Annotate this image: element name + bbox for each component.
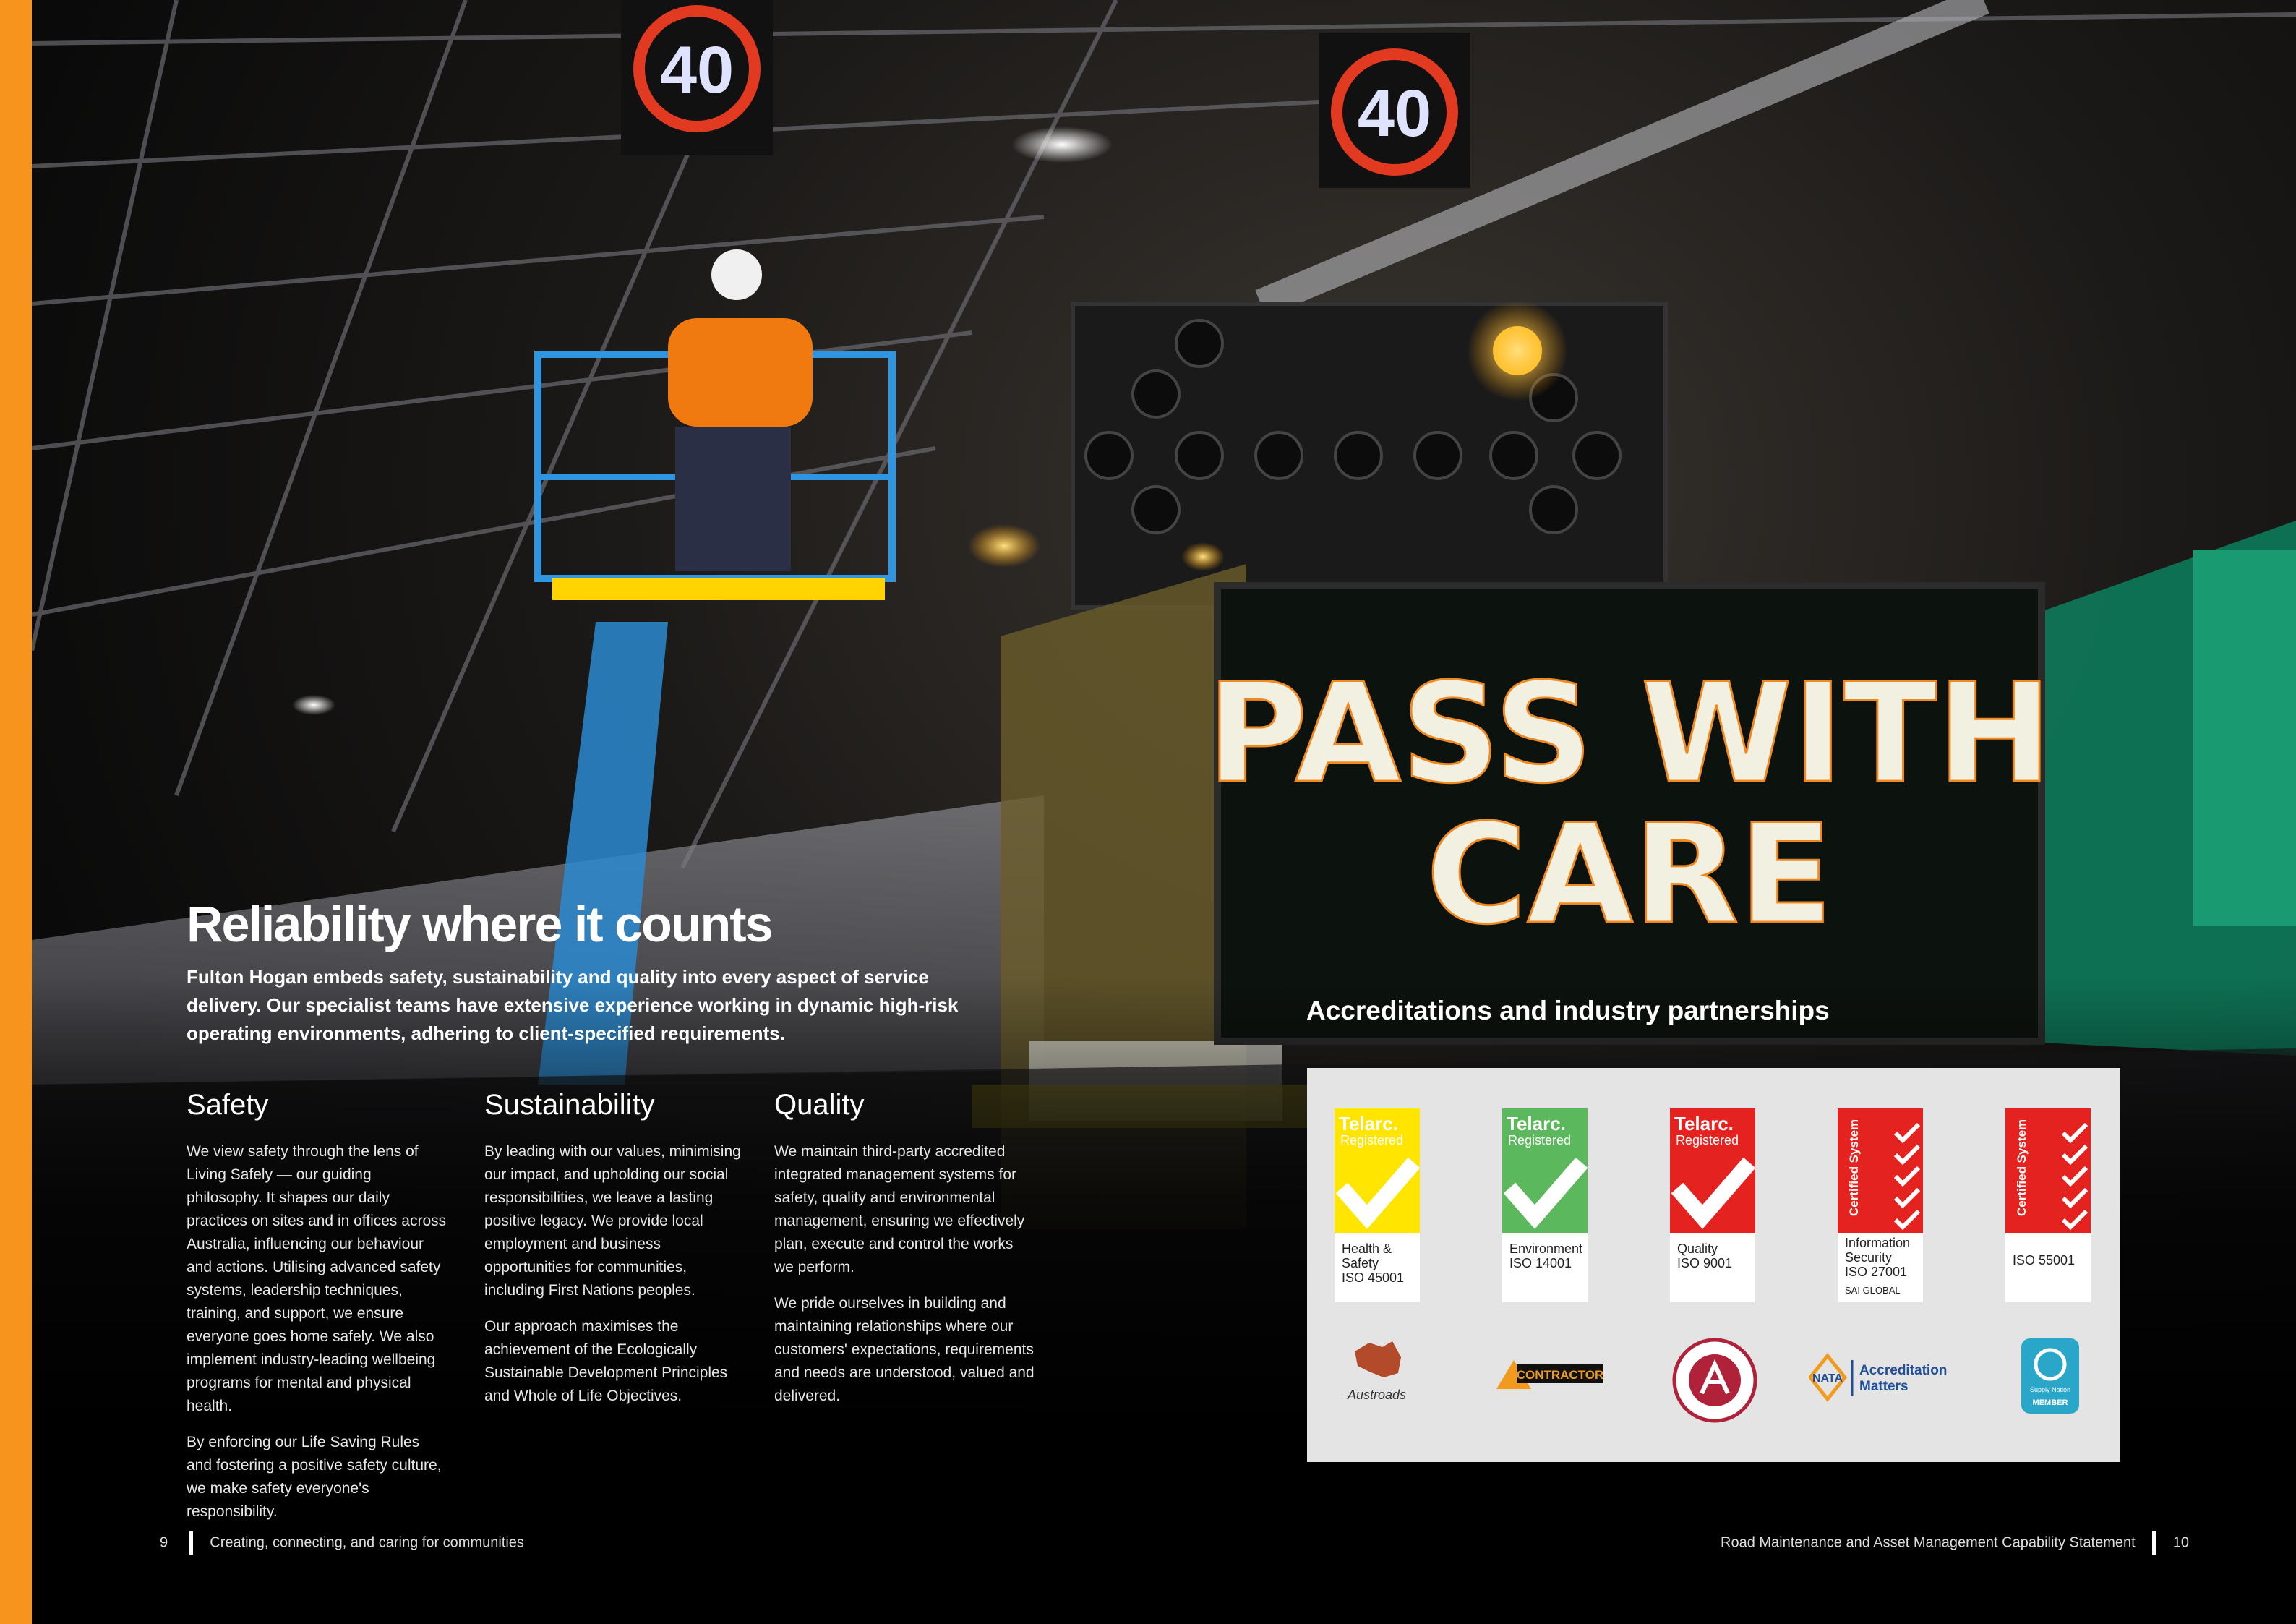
supply-nation-label: MEMBER — [2033, 1398, 2068, 1407]
footer-left-text: Creating, connecting, and caring for com… — [210, 1534, 524, 1551]
speed-sign-1-label: 40 — [660, 33, 734, 107]
page-number-right: 10 — [2172, 1534, 2190, 1551]
supply-nation-icon: Supply Nation MEMBER — [2021, 1338, 2079, 1414]
badge-sub: Registered — [1340, 1133, 1404, 1148]
austroads-logo: Austroads — [1348, 1337, 1427, 1416]
badge-caption: Health & Safety ISO 45001 — [1342, 1241, 1405, 1285]
safety-paragraph: We view safety through the lens of Livin… — [187, 1143, 447, 1414]
certified-iso27001-badge: Certified System Information Security IS… — [1838, 1108, 1923, 1302]
check-stack-icon — [2061, 1123, 2089, 1231]
footer-divider — [2152, 1531, 2156, 1555]
quality-column: Quality We maintain third-party accredit… — [774, 1089, 1035, 1421]
badge-sub: Registered — [1676, 1133, 1739, 1148]
contractor-label: CONTRACTOR — [1517, 1368, 1604, 1382]
approved-seal-icon — [1672, 1338, 1757, 1423]
sustainability-paragraph: By leading with our values, minimising o… — [484, 1143, 741, 1299]
quality-paragraph: We pride ourselves in building and maint… — [774, 1295, 1035, 1404]
check-icon — [1335, 1157, 1420, 1229]
badge-brand: Telarc. — [1507, 1113, 1566, 1134]
supply-nation-label: Supply Nation — [2030, 1386, 2070, 1393]
check-icon — [1671, 1157, 1755, 1229]
safety-heading: Safety — [187, 1089, 269, 1121]
cert-band-label: Certified System — [1847, 1119, 1861, 1216]
footer-right-text: Road Maintenance and Asset Management Ca… — [1721, 1534, 2136, 1551]
telarc-health-safety-badge: Telarc. Registered Health & Safety ISO 4… — [1335, 1108, 1420, 1302]
check-icon — [1503, 1157, 1588, 1229]
speed-sign-2-label: 40 — [1358, 77, 1431, 150]
badge-brand: Telarc. — [1339, 1113, 1398, 1134]
footer-left: 9 Creating, connecting, and caring for c… — [160, 1531, 524, 1555]
accreditations-panel: Telarc. Registered Health & Safety ISO 4… — [1307, 1068, 2120, 1462]
austroads-label: Austroads — [1348, 1388, 1407, 1402]
nata-logo: NATA Accreditation Matters — [1807, 1352, 1961, 1432]
badge-caption: Information Security ISO 27001 — [1845, 1236, 1911, 1279]
intro-paragraph: Fulton Hogan embeds safety, sustainabili… — [187, 966, 959, 1044]
badge-brand: Telarc. — [1674, 1113, 1734, 1134]
footer-divider — [189, 1531, 193, 1555]
telarc-environment-badge: Telarc. Registered Environment ISO 14001 — [1502, 1108, 1588, 1302]
sustainability-column: Sustainability By leading with our value… — [484, 1089, 745, 1421]
check-stack-icon — [1893, 1123, 1921, 1231]
sustainability-paragraph: Our approach maximises the achievement o… — [484, 1318, 728, 1404]
nata-mark-icon: NATA Accreditation Matters — [1807, 1352, 1947, 1403]
badge-caption: Quality ISO 9001 — [1677, 1241, 1733, 1270]
accreditations-heading: Accreditations and industry partnerships — [1306, 996, 1830, 1025]
sai-global-mark: SAI GLOBAL — [1845, 1285, 1901, 1296]
footer-right: Road Maintenance and Asset Management Ca… — [1721, 1531, 2189, 1555]
badge-sub: Registered — [1508, 1133, 1572, 1148]
vms-line-1: PASS WITH — [1207, 654, 2052, 813]
certified-iso55001-badge: Certified System ISO 55001 — [2005, 1108, 2091, 1302]
nata-label: Matters — [1859, 1379, 1909, 1394]
page-number-left: 9 — [160, 1534, 168, 1551]
contractor-logo: CONTRACTOR — [1496, 1357, 1605, 1437]
page-title: Reliability where it counts — [187, 896, 774, 952]
contractor-accreditation-seal — [1671, 1337, 1758, 1423]
contractor-triangle-icon: CONTRACTOR — [1496, 1360, 1604, 1389]
quality-paragraph: We maintain third-party accredited integ… — [774, 1143, 1025, 1275]
supply-nation-logo: Supply Nation MEMBER — [2020, 1337, 2085, 1416]
sustainability-heading: Sustainability — [484, 1089, 655, 1121]
orange-edge-bar — [0, 0, 32, 1624]
badge-caption: Environment ISO 14001 — [1509, 1241, 1583, 1270]
nata-label: Accreditation — [1859, 1363, 1947, 1378]
vms-line-2: CARE — [1426, 795, 1833, 954]
australia-map-icon — [1355, 1341, 1401, 1377]
cert-band-label: Certified System — [2015, 1119, 2029, 1216]
telarc-quality-badge: Telarc. Registered Quality ISO 9001 — [1670, 1108, 1755, 1302]
badge-caption: ISO 55001 — [2013, 1253, 2076, 1268]
safety-paragraph: By enforcing our Life Saving Rules and f… — [187, 1434, 442, 1520]
nata-label: NATA — [1812, 1372, 1843, 1385]
safety-column: Safety We view safety through the lens o… — [187, 1089, 447, 1537]
quality-heading: Quality — [774, 1089, 865, 1121]
brochure-spread: 40 40 PASS WITH CARE Reliability where i… — [0, 0, 2296, 1624]
